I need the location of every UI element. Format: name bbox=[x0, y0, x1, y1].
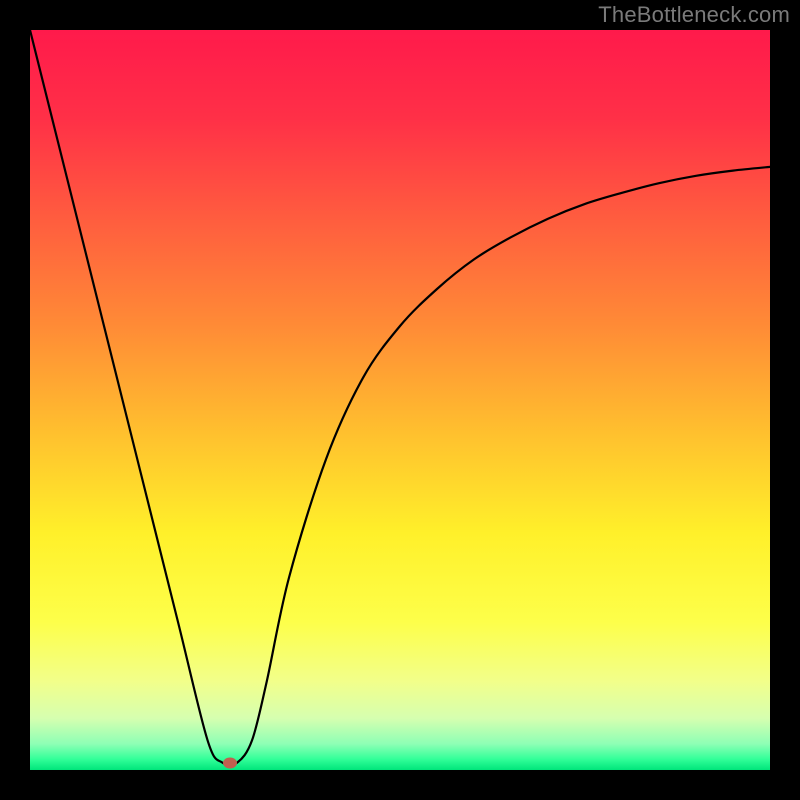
bottleneck-curve bbox=[30, 30, 770, 770]
plot-area bbox=[30, 30, 770, 770]
chart-frame: TheBottleneck.com bbox=[0, 0, 800, 800]
watermark-text: TheBottleneck.com bbox=[598, 2, 790, 28]
optimal-point-marker bbox=[223, 757, 237, 768]
